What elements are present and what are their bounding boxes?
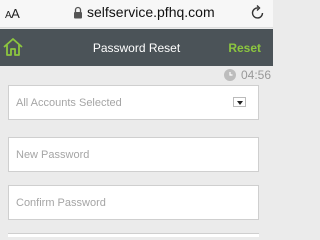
text-size-large-glyph: A <box>11 6 20 21</box>
lock-icon <box>74 6 82 18</box>
next-field-edge <box>8 233 259 237</box>
confirm-password-input[interactable] <box>16 186 258 219</box>
clock-icon <box>223 69 236 81</box>
new-password-input[interactable] <box>16 138 258 171</box>
app-header: Password Reset Reset <box>0 29 273 66</box>
url-text: selfservice.pfhq.com <box>87 4 215 20</box>
chevron-down-icon[interactable] <box>233 97 246 107</box>
url-display[interactable]: selfservice.pfhq.com <box>73 3 215 21</box>
account-select-value: All Accounts Selected <box>16 96 122 109</box>
text-size-button[interactable]: AA <box>5 6 20 21</box>
browser-address-bar[interactable]: AA selfservice.pfhq.com <box>0 0 273 28</box>
reset-button[interactable]: Reset <box>228 41 261 55</box>
confirm-password-field[interactable] <box>8 185 259 220</box>
new-password-field[interactable] <box>8 137 259 172</box>
account-select[interactable]: All Accounts Selected <box>8 85 259 120</box>
timer-text: 04:56 <box>240 68 271 82</box>
reload-icon[interactable] <box>251 4 265 20</box>
session-timer: 04:56 <box>223 67 271 83</box>
